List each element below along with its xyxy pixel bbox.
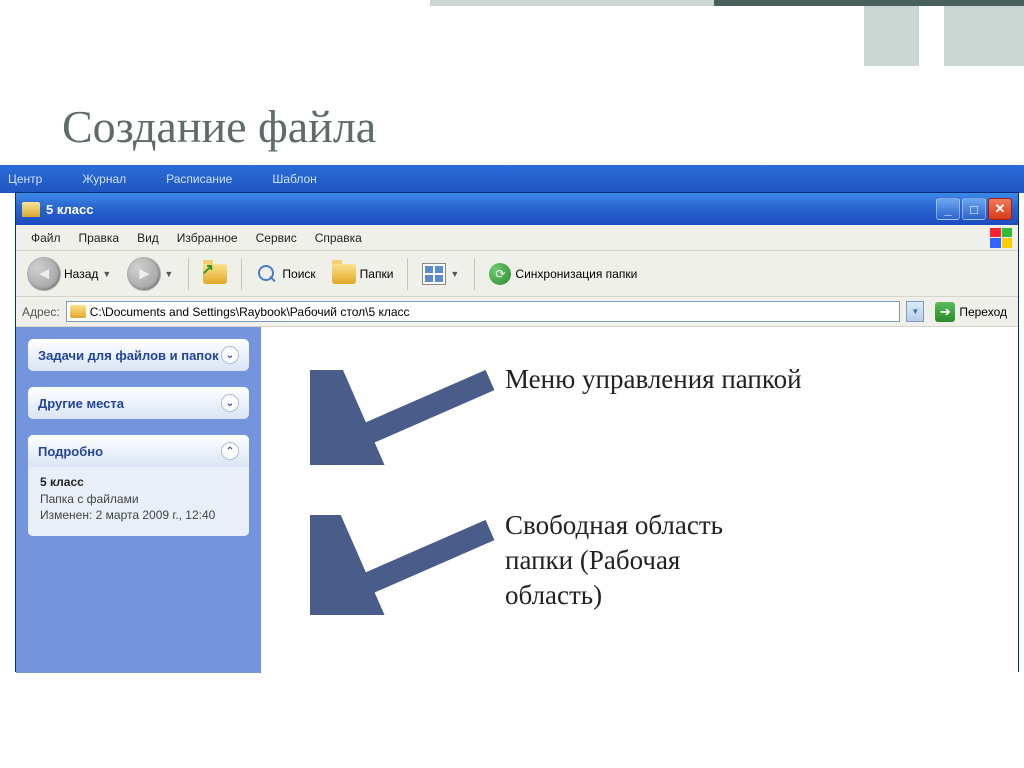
sync-button[interactable]: ⟳ Синхронизация папки [483,259,643,289]
back-button[interactable]: ◄ Назад ▼ [22,254,118,294]
slide-right-strips [944,6,1024,66]
window-title: 5 класс [46,202,93,217]
close-button[interactable]: ✕ [988,198,1012,220]
tasks-panel: Задачи для файлов и папок ⌄ [28,339,249,371]
toolbar-separator [474,258,475,290]
toolbar-separator [188,258,189,290]
window-titlebar[interactable]: 5 класс _ □ ✕ [16,193,1018,225]
arrow-icon [310,370,500,465]
details-panel-header[interactable]: Подробно ⌃ [28,435,249,467]
bg-item: Расписание [166,172,232,186]
dropdown-arrow-icon: ▼ [450,269,460,279]
windows-logo-icon [990,228,1012,248]
dropdown-arrow-icon: ▼ [102,269,112,279]
go-button[interactable]: ➔ Переход [930,300,1012,324]
go-arrow-icon: ➔ [935,302,955,322]
details-panel: Подробно ⌃ 5 класс Папка с файлами Измен… [28,435,249,536]
folders-button[interactable]: Папки [326,260,400,288]
window-controls: _ □ ✕ [936,198,1012,220]
views-button[interactable]: ▼ [416,259,466,289]
chevron-up-icon[interactable]: ⌃ [221,442,239,460]
maximize-button[interactable]: □ [962,198,986,220]
toolbar: ◄ Назад ▼ ► ▼ ↗ Поиск Папки ▼ ⟳ Синхрон [16,251,1018,297]
sync-icon: ⟳ [489,263,511,285]
folder-up-icon: ↗ [203,264,227,284]
details-type: Папка с файлами [40,492,237,506]
menu-edit[interactable]: Правка [70,228,129,248]
places-panel-title: Другие места [38,396,124,411]
details-name: 5 класс [40,475,237,489]
places-panel-header[interactable]: Другие места ⌄ [28,387,249,419]
search-label: Поиск [282,267,315,281]
menu-file[interactable]: Файл [22,228,70,248]
tasks-panel-header[interactable]: Задачи для файлов и папок ⌄ [28,339,249,371]
menu-help[interactable]: Справка [306,228,371,248]
sync-label: Синхронизация папки [515,267,637,281]
places-panel: Другие места ⌄ [28,387,249,419]
annotation-workarea: Свободная область папки (Рабочая область… [505,508,723,613]
slide-title: Создание файла [62,100,376,153]
search-icon [256,263,278,285]
menu-favorites[interactable]: Избранное [168,228,247,248]
bg-item: Журнал [82,172,126,186]
views-icon [422,263,446,285]
minimize-button[interactable]: _ [936,198,960,220]
menu-view[interactable]: Вид [128,228,168,248]
address-bar: Адрес: C:\Documents and Settings\Raybook… [16,297,1018,327]
tasks-panel-title: Задачи для файлов и папок [38,348,219,363]
slide-top-decoration [430,0,1024,6]
search-button[interactable]: Поиск [250,259,321,289]
annotation-menu-control: Меню управления папкой [505,362,802,397]
chevron-down-icon[interactable]: ⌄ [221,394,239,412]
menu-bar: Файл Правка Вид Избранное Сервис Справка [16,225,1018,251]
details-panel-body: 5 класс Папка с файлами Изменен: 2 марта… [28,467,249,536]
bg-item: Шаблон [272,172,316,186]
details-panel-title: Подробно [38,444,103,459]
up-button[interactable]: ↗ [197,260,233,288]
folder-icon [22,202,40,217]
address-label: Адрес: [22,305,60,319]
dropdown-arrow-icon: ▼ [164,269,174,279]
tasks-sidebar: Задачи для файлов и папок ⌄ Другие места… [16,327,261,673]
address-field[interactable]: C:\Documents and Settings\Raybook\Рабочи… [66,301,901,322]
background-app-titlebar: Центр Журнал Расписание Шаблон [0,165,1024,193]
forward-arrow-icon: ► [128,258,160,290]
address-path: C:\Documents and Settings\Raybook\Рабочи… [90,305,410,319]
details-modified: Изменен: 2 марта 2009 г., 12:40 [40,508,237,522]
arrow-icon [310,515,500,615]
bg-item: Центр [8,172,42,186]
forward-button[interactable]: ► ▼ [122,254,180,294]
toolbar-separator [241,258,242,290]
back-label: Назад [64,267,98,281]
deco-light [430,0,714,6]
folder-icon [332,264,356,284]
toolbar-separator [407,258,408,290]
chevron-down-icon[interactable]: ⌄ [221,346,239,364]
back-arrow-icon: ◄ [28,258,60,290]
folder-icon [70,305,86,318]
address-dropdown[interactable]: ▼ [906,301,924,322]
menu-tools[interactable]: Сервис [247,228,306,248]
folders-label: Папки [360,267,394,281]
go-label: Переход [959,305,1007,319]
